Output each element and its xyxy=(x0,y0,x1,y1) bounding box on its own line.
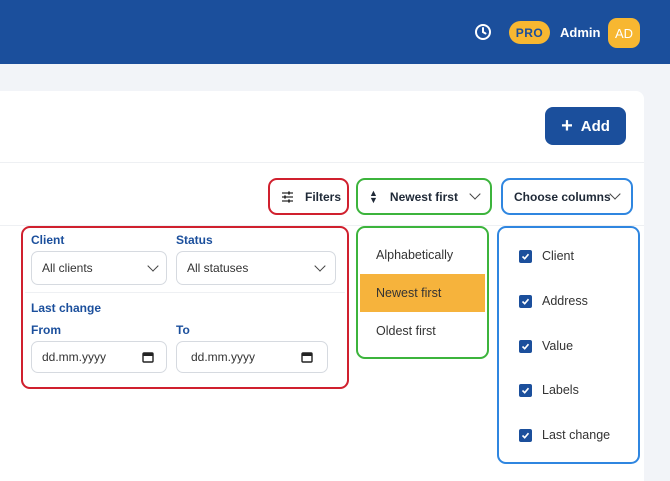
divider xyxy=(0,162,644,163)
column-option-label: Labels xyxy=(542,383,579,397)
status-select[interactable]: All statuses xyxy=(176,251,336,285)
checkbox-checked-icon[interactable] xyxy=(519,249,532,263)
divider xyxy=(25,292,345,293)
filters-button[interactable]: Filters xyxy=(272,182,345,211)
user-name[interactable]: Admin xyxy=(560,25,600,40)
column-option-value[interactable]: Value xyxy=(519,339,573,353)
calendar-icon[interactable] xyxy=(301,351,313,363)
add-button-label: Add xyxy=(580,117,610,135)
chevron-down-icon xyxy=(469,188,481,200)
client-select-value: All clients xyxy=(42,261,93,275)
checkbox-checked-icon[interactable] xyxy=(519,339,532,353)
sort-option-newest-first[interactable]: Newest first xyxy=(360,274,485,312)
to-label: To xyxy=(176,323,190,337)
choose-columns-label: Choose columns xyxy=(514,189,611,204)
from-label: From xyxy=(31,323,61,337)
chevron-down-icon xyxy=(147,260,159,272)
column-option-label: Address xyxy=(542,294,588,308)
checkbox-checked-icon[interactable] xyxy=(519,383,532,397)
sort-dropdown-label: Newest first xyxy=(389,189,458,204)
sort-dropdown[interactable]: ▲ ▼ Newest first xyxy=(360,182,488,211)
to-date-input[interactable]: dd.mm.yyyy xyxy=(176,341,328,373)
column-option-client[interactable]: Client xyxy=(519,249,574,263)
from-date-placeholder: dd.mm.yyyy xyxy=(42,350,107,364)
chevron-down-icon xyxy=(314,260,326,272)
column-option-labels[interactable]: Labels xyxy=(519,383,579,397)
client-label: Client xyxy=(31,233,65,247)
from-date-input[interactable]: dd.mm.yyyy xyxy=(31,341,167,373)
clock-icon[interactable] xyxy=(474,23,492,41)
sort-option-alphabetically[interactable]: Alphabetically xyxy=(360,236,485,274)
sliders-icon xyxy=(282,191,293,202)
plus-icon: + xyxy=(561,115,573,137)
calendar-icon[interactable] xyxy=(142,351,154,363)
column-option-label: Client xyxy=(542,249,574,263)
column-option-address[interactable]: Address xyxy=(519,294,588,308)
pro-badge: PRO xyxy=(509,21,550,44)
filters-button-label: Filters xyxy=(305,189,342,204)
chevron-down-icon xyxy=(609,188,621,200)
avatar[interactable]: AD xyxy=(608,18,640,48)
column-option-label: Last change xyxy=(542,428,611,442)
choose-columns-dropdown[interactable]: Choose columns xyxy=(505,182,629,211)
status-select-value: All statuses xyxy=(187,261,249,275)
last-change-label: Last change xyxy=(31,301,102,315)
sort-arrows-icon: ▲ ▼ xyxy=(369,187,378,205)
column-option-label: Value xyxy=(542,339,574,353)
column-option-last-change[interactable]: Last change xyxy=(519,428,610,442)
checkbox-checked-icon[interactable] xyxy=(519,294,532,308)
status-label: Status xyxy=(176,233,213,247)
sort-option-oldest-first[interactable]: Oldest first xyxy=(360,312,485,350)
checkbox-checked-icon[interactable] xyxy=(519,428,532,442)
to-date-placeholder: dd.mm.yyyy xyxy=(191,350,256,364)
add-button[interactable]: + Add xyxy=(545,107,626,145)
columns-menu: Client Address Value Labels Last change xyxy=(501,230,636,460)
client-select[interactable]: All clients xyxy=(31,251,167,285)
sort-menu: Alphabetically Newest first Oldest first xyxy=(360,230,485,355)
